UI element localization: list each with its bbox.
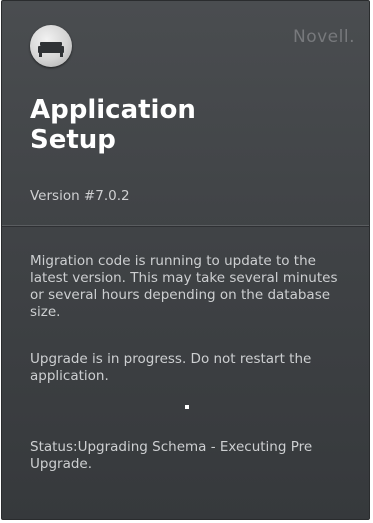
title-line-1: Application: [30, 95, 196, 125]
upgrade-warning: Upgrade is in progress. Do not restart t…: [30, 351, 312, 384]
divider: [2, 225, 369, 227]
bed-icon: [30, 25, 72, 67]
version-label: Version #7.0.2: [30, 188, 130, 204]
migration-message: Migration code is running to update to t…: [30, 253, 338, 320]
status-text: Status:Upgrading Schema - Executing Pre …: [30, 439, 313, 472]
setup-panel: Novell. Application Setup Version #7.0.2…: [1, 0, 370, 520]
brand-logo: Novell.: [293, 27, 355, 47]
title-line-2: Setup: [30, 125, 116, 155]
page-title: Application Setup: [30, 95, 196, 155]
progress-indicator: [185, 405, 189, 409]
